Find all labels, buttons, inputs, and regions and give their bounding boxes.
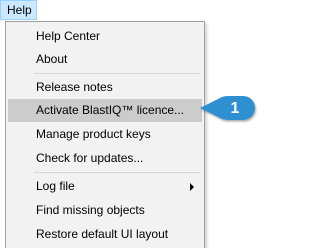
menu-item-check-for-updates[interactable]: Check for updates... bbox=[8, 147, 202, 170]
help-dropdown-menu: Help Center About Release notes Activate… bbox=[5, 21, 205, 248]
callout-badge: 1 bbox=[200, 96, 255, 120]
menu-separator bbox=[34, 73, 200, 74]
menu-item-activate-licence[interactable]: Activate BlastIQ™ licence... bbox=[8, 99, 202, 122]
menu-item-release-notes[interactable]: Release notes bbox=[8, 76, 202, 99]
menu-item-label: Activate BlastIQ™ licence... bbox=[36, 103, 185, 117]
menubar-help[interactable]: Help bbox=[0, 0, 37, 20]
menu-item-label: Log file bbox=[36, 179, 75, 193]
menu-item-help-center[interactable]: Help Center bbox=[8, 25, 202, 48]
callout-number: 1 bbox=[231, 100, 240, 117]
menu-item-label: Manage product keys bbox=[36, 127, 151, 141]
menu-item-manage-product-keys[interactable]: Manage product keys bbox=[8, 123, 202, 146]
menu-separator bbox=[34, 172, 200, 173]
menu-item-label: Help Center bbox=[36, 29, 101, 43]
menu-item-label: Release notes bbox=[36, 80, 113, 94]
menu-item-about[interactable]: About bbox=[8, 48, 202, 71]
menu-item-restore-default-ui-layout[interactable]: Restore default UI layout bbox=[8, 223, 202, 246]
chevron-right-icon bbox=[190, 183, 194, 191]
menu-item-label: Check for updates... bbox=[36, 151, 144, 165]
menu-item-log-file[interactable]: Log file bbox=[8, 175, 202, 198]
menu-item-find-missing-objects[interactable]: Find missing objects bbox=[8, 199, 202, 222]
menu-item-label: Find missing objects bbox=[36, 203, 145, 217]
menu-item-label: Restore default UI layout bbox=[36, 227, 169, 241]
menu-item-label: About bbox=[36, 52, 68, 66]
callout-pointer-shape bbox=[200, 96, 255, 120]
menubar-help-label: Help bbox=[7, 3, 32, 17]
